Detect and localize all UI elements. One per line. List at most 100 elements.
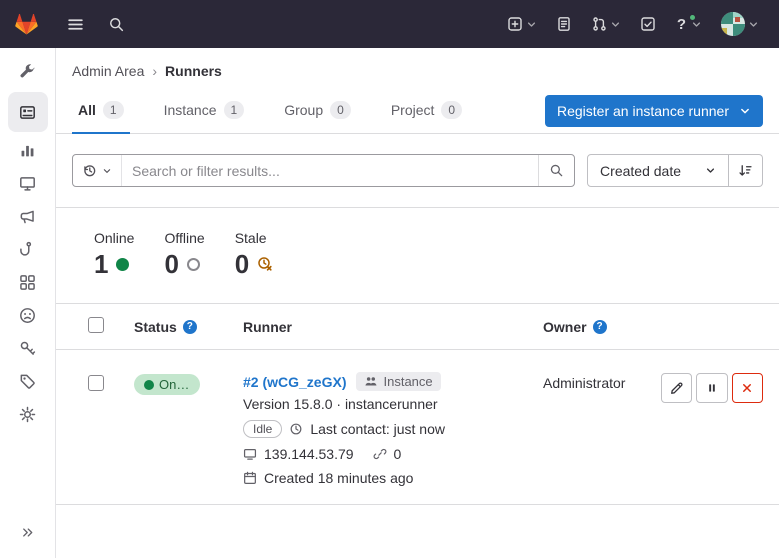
stat-offline: Offline 0 <box>164 230 204 279</box>
avatar-image <box>721 12 745 36</box>
status-help-icon[interactable]: ? <box>183 320 197 334</box>
search-history-button[interactable] <box>73 155 122 186</box>
sidebar-item-monitoring[interactable] <box>0 167 56 200</box>
stale-clock-icon <box>257 256 273 272</box>
stat-online: Online 1 <box>94 230 134 279</box>
monitor-icon <box>19 175 36 192</box>
close-icon <box>740 381 754 395</box>
sidebar-item-overview[interactable] <box>0 92 56 132</box>
search-icon <box>108 16 125 33</box>
hamburger-icon <box>67 16 84 33</box>
history-icon <box>82 163 97 178</box>
online-dot-icon <box>144 380 154 390</box>
sidebar-item-messages[interactable] <box>0 200 56 233</box>
filter-bar: Created date <box>56 134 779 208</box>
users-icon <box>364 375 378 389</box>
filtered-search <box>72 154 575 187</box>
owner-header: Owner <box>543 319 587 335</box>
status-header: Status <box>134 319 177 335</box>
runner-status-badge: Online <box>134 374 200 395</box>
chevron-down-icon <box>691 19 702 30</box>
gitlab-logo[interactable] <box>14 12 39 36</box>
tab-instance[interactable]: Instance 1 <box>158 89 251 134</box>
register-instance-runner-button[interactable]: Register an instance runner <box>545 95 763 127</box>
sidebar-collapse-button[interactable] <box>0 514 56 550</box>
runner-ip-address: 139.144.53.79 <box>264 446 354 462</box>
sidebar-item-settings[interactable] <box>0 398 56 431</box>
sidebar-item-deploy-keys[interactable] <box>0 332 56 365</box>
runner-actions <box>657 350 763 504</box>
document-icon <box>556 16 572 32</box>
runner-created: Created 18 minutes ago <box>264 470 413 486</box>
tab-all[interactable]: All 1 <box>72 89 130 134</box>
breadcrumb: Admin Area › Runners <box>72 48 763 88</box>
select-all-checkbox[interactable] <box>88 317 104 333</box>
grid-icon <box>19 274 36 291</box>
sidebar-item-applications[interactable] <box>0 266 56 299</box>
owner-help-icon[interactable]: ? <box>593 320 607 334</box>
merge-requests-button[interactable] <box>585 10 627 38</box>
tab-project-count: 0 <box>441 101 462 119</box>
breadcrumb-current: Runners <box>165 63 222 79</box>
sidebar-item-abuse-reports[interactable] <box>0 299 56 332</box>
runner-owner[interactable]: Administrator <box>543 375 625 391</box>
key-icon <box>19 340 36 357</box>
tab-instance-count: 1 <box>224 101 245 119</box>
sidebar-item-analytics[interactable] <box>0 134 56 167</box>
link-icon <box>373 447 387 461</box>
runner-version: Version 15.8.0 · instancerunner <box>243 396 543 412</box>
issues-button[interactable] <box>550 10 578 38</box>
runner-header: Runner <box>243 319 292 335</box>
offline-status-icon <box>187 258 200 271</box>
user-menu-button[interactable] <box>715 6 765 42</box>
gear-icon <box>19 406 36 423</box>
pencil-icon <box>669 381 684 396</box>
sidebar-item-admin-overview[interactable] <box>0 55 56 88</box>
top-bar: ? <box>0 0 779 48</box>
runner-linked-count: 0 <box>394 446 402 462</box>
new-menu-button[interactable] <box>501 10 543 38</box>
search-input[interactable] <box>122 155 538 186</box>
sort-direction-button[interactable] <box>729 154 763 187</box>
runner-tabs-row: All 1 Instance 1 Group 0 Project 0 Regis… <box>56 88 779 134</box>
question-mark-icon: ? <box>675 17 688 32</box>
hook-icon <box>19 241 36 258</box>
host-icon <box>243 447 257 461</box>
chevron-down-icon <box>739 105 751 117</box>
sort-by-dropdown[interactable]: Created date <box>587 154 729 187</box>
breadcrumb-separator: › <box>152 63 157 79</box>
megaphone-icon <box>19 208 36 225</box>
chevron-down-icon <box>610 19 621 30</box>
clock-icon <box>289 422 303 436</box>
search-submit-button[interactable] <box>538 155 574 186</box>
edit-runner-button[interactable] <box>661 373 692 403</box>
main-content: Admin Area › Runners All 1 Instance 1 Gr… <box>56 48 779 558</box>
overview-icon <box>19 104 36 121</box>
runner-type-badge: Instance <box>356 372 440 391</box>
sort-controls: Created date <box>587 154 763 187</box>
sidebar-item-system-hooks[interactable] <box>0 233 56 266</box>
avatar <box>721 12 745 36</box>
delete-runner-button[interactable] <box>732 373 763 403</box>
tab-project[interactable]: Project 0 <box>385 89 468 134</box>
face-icon <box>19 307 36 324</box>
pause-runner-button[interactable] <box>696 373 727 403</box>
chevron-down-icon <box>102 166 112 176</box>
select-row-checkbox[interactable] <box>88 375 104 391</box>
runner-name-link[interactable]: #2 (wCG_zeGX) <box>243 374 346 390</box>
todos-button[interactable] <box>634 10 662 38</box>
sidebar-item-labels[interactable] <box>0 365 56 398</box>
hamburger-menu-button[interactable] <box>61 10 90 39</box>
tab-group[interactable]: Group 0 <box>278 89 357 134</box>
wrench-icon <box>19 63 36 80</box>
tab-all-count: 1 <box>103 101 124 119</box>
breadcrumb-admin-area-link[interactable]: Admin Area <box>72 63 144 79</box>
admin-sidebar <box>0 48 56 558</box>
calendar-icon <box>243 471 257 485</box>
help-menu-button[interactable]: ? <box>669 11 708 38</box>
runner-last-contact: Last contact: just now <box>310 421 445 437</box>
topbar-search-button[interactable] <box>102 10 131 39</box>
online-status-icon <box>116 258 129 271</box>
chevron-down-icon <box>748 19 759 30</box>
table-header: Status ? Runner Owner ? <box>56 303 779 350</box>
